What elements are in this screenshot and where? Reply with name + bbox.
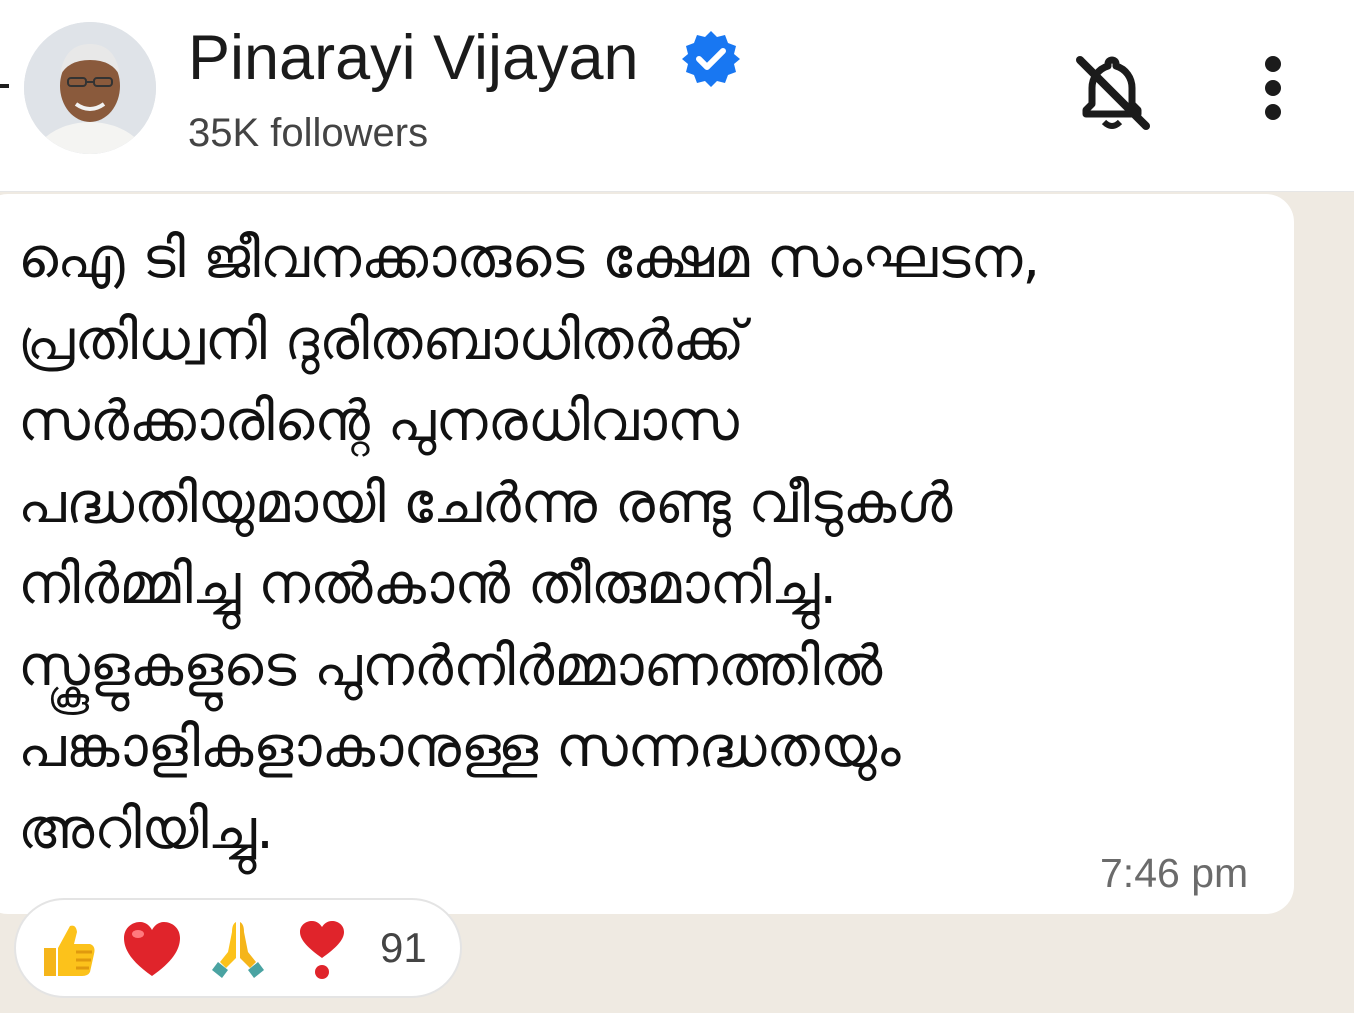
message-text: ഐ ടി ജീവനക്കാരുടെ ക്ഷേമ സംഘടന, പ്രതിധ്വന… bbox=[18, 226, 1041, 862]
back-arrow-icon[interactable] bbox=[0, 84, 9, 88]
reaction-count: 91 bbox=[380, 924, 427, 971]
message-timestamp: 7:46 pm bbox=[1100, 850, 1249, 896]
verified-badge-icon bbox=[682, 31, 740, 87]
thumbs-up-icon bbox=[44, 925, 95, 976]
folded-hands-icon bbox=[212, 922, 264, 978]
avatar[interactable] bbox=[24, 22, 156, 154]
reactions-bar[interactable]: 91 bbox=[14, 898, 462, 998]
red-heart-icon bbox=[124, 922, 180, 976]
channel-header: Pinarayi Vijayan 35K followers bbox=[0, 0, 1354, 192]
more-options-icon[interactable] bbox=[1248, 52, 1298, 132]
heart-exclamation-icon bbox=[300, 921, 344, 979]
followers-count: 35K followers bbox=[188, 111, 429, 155]
channel-name[interactable]: Pinarayi Vijayan bbox=[188, 22, 639, 94]
mute-bell-icon[interactable] bbox=[1068, 48, 1156, 136]
